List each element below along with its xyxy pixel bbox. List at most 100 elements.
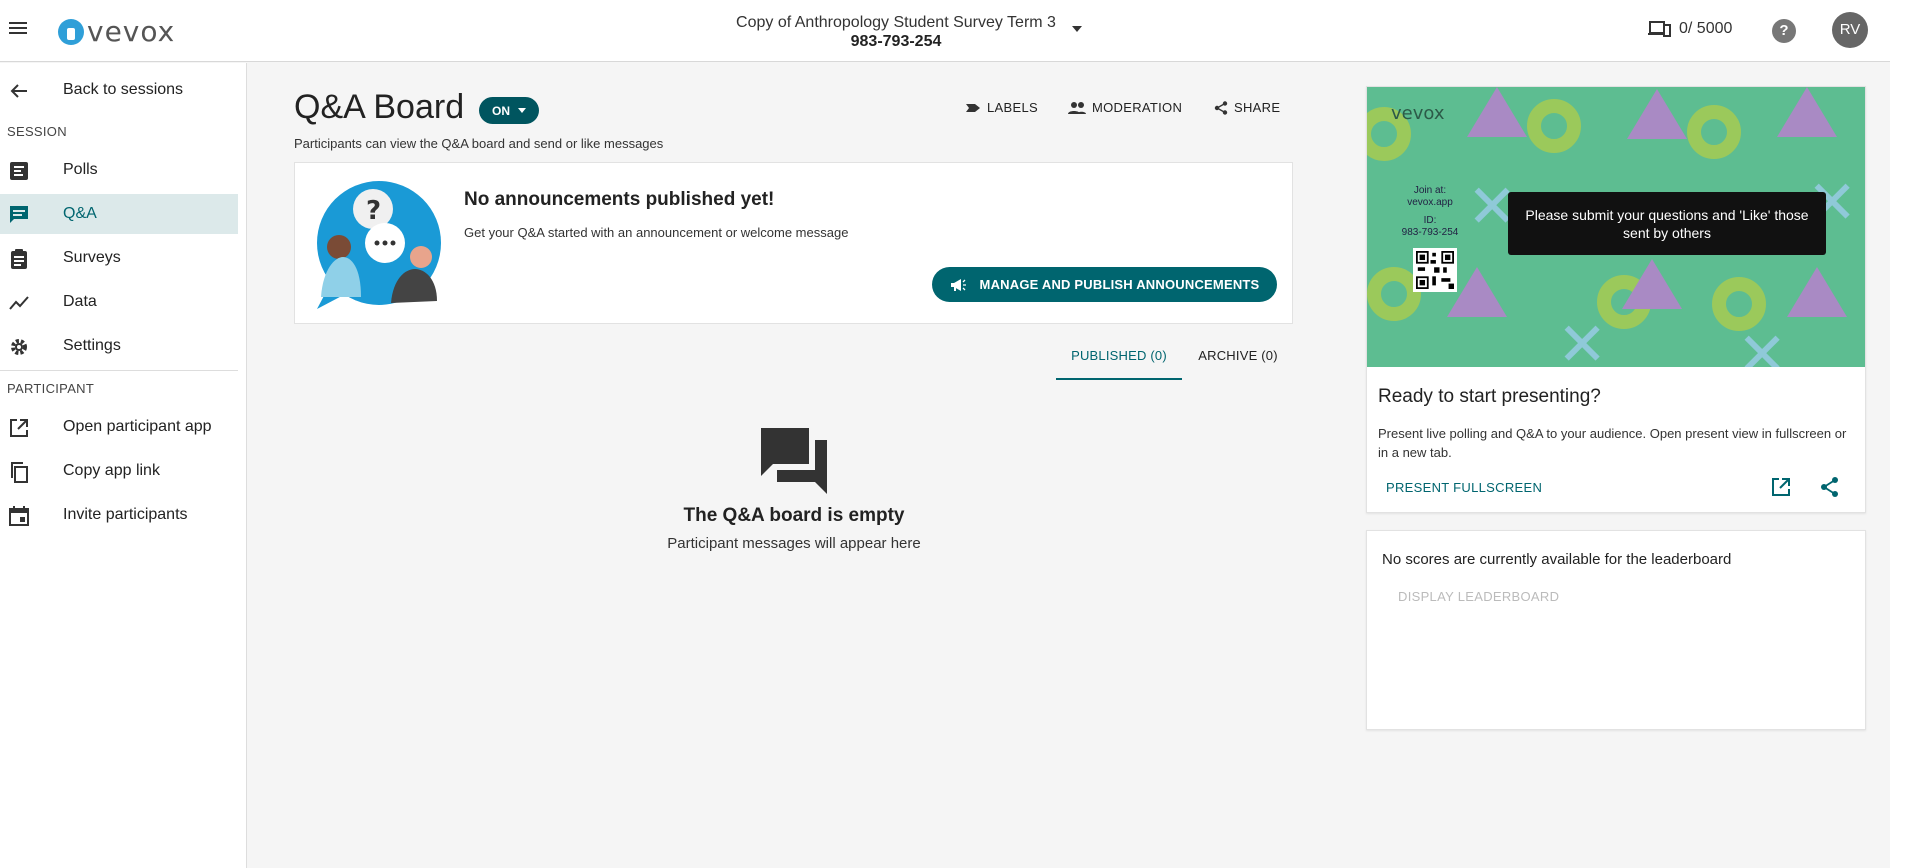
polls-icon [10, 162, 28, 180]
preview-id-label: ID: [1423, 215, 1437, 226]
tab-archive[interactable]: ARCHIVE (0) [1188, 348, 1288, 363]
pattern-triangle [1787, 267, 1847, 317]
preview-join-info: Join at: vevox.app ID: 983-793-254 [1395, 185, 1465, 239]
sidebar-item-label: Polls [63, 161, 98, 178]
people-icon [1068, 101, 1086, 114]
sidebar-item-label: Invite participants [63, 506, 188, 523]
labels-button-label: LABELS [987, 100, 1038, 115]
chevron-down-icon [518, 108, 526, 113]
devices-icon [1648, 21, 1671, 37]
present-title: Ready to start presenting? [1378, 386, 1601, 407]
sidebar-item-surveys[interactable]: Surveys [0, 238, 238, 278]
display-leaderboard-button[interactable]: DISPLAY LEADERBOARD [1398, 589, 1559, 604]
share-button-label: SHARE [1234, 100, 1281, 115]
sidebar-item-invite-participants[interactable]: Invite participants [0, 495, 238, 535]
participant-count[interactable]: 0/ 5000 [1647, 19, 1732, 39]
pattern-triangle [1627, 89, 1687, 139]
sidebar-item-polls[interactable]: Polls [0, 150, 238, 190]
open-external-icon [10, 419, 28, 437]
pattern-triangle [1777, 87, 1837, 137]
present-description: Present live polling and Q&A to your aud… [1378, 426, 1847, 460]
back-to-sessions-label: Back to sessions [63, 81, 184, 98]
sidebar-item-label: Settings [63, 337, 121, 354]
qa-icon [10, 206, 28, 223]
scrollbar[interactable] [1890, 0, 1912, 868]
preview-join-label: Join at: [1413, 185, 1447, 196]
preview-logo: vevox [1391, 103, 1445, 124]
present-fullscreen-button[interactable]: PRESENT FULLSCREEN [1386, 480, 1542, 495]
sidebar-item-copy-app-link[interactable]: Copy app link [0, 451, 238, 491]
gear-icon [11, 339, 27, 355]
leaderboard-message: No scores are currently available for th… [1382, 551, 1732, 568]
label-icon [966, 103, 980, 112]
session-code: 983-793-254 [850, 33, 942, 50]
pattern-cross: ✕ [1557, 310, 1608, 367]
share-icon [1214, 100, 1228, 115]
page-title: Q&A Board [294, 88, 465, 126]
announcement-illustration: ? [317, 181, 441, 309]
manage-announcements-button[interactable]: MANAGE AND PUBLISH ANNOUNCEMENTS [932, 267, 1277, 302]
manage-announcements-label: MANAGE AND PUBLISH ANNOUNCEMENTS [979, 277, 1260, 292]
qa-toggle-label: ON [492, 103, 510, 118]
sidebar-item-settings[interactable]: Settings [0, 326, 238, 366]
preview-join-url: vevox.app [1407, 197, 1453, 208]
present-card: ✕ ✕ ✕ ✕ vevox Join at: vevox.app ID: 983… [1366, 86, 1866, 513]
svg-text:?: ? [366, 196, 381, 226]
vevox-logo-mark [58, 18, 84, 45]
sidebar-item-label: Q&A [63, 205, 97, 222]
present-preview[interactable]: ✕ ✕ ✕ ✕ vevox Join at: vevox.app ID: 983… [1367, 87, 1865, 367]
moderation-button[interactable]: MODERATION [1068, 100, 1182, 115]
sidebar-item-label: Copy app link [63, 462, 160, 479]
sidebar-item-qa[interactable]: Q&A [0, 194, 238, 234]
session-dropdown-icon[interactable] [1072, 26, 1082, 32]
pattern-triangle [1467, 87, 1527, 137]
leaderboard-card: No scores are currently available for th… [1366, 530, 1866, 730]
sidebar-item-label: Open participant app [63, 418, 212, 435]
share-button[interactable]: SHARE [1214, 100, 1280, 115]
sidebar-item-open-participant-app[interactable]: Open participant app [0, 407, 238, 447]
session-title[interactable]: Copy of Anthropology Student Survey Term… [720, 14, 1072, 51]
participant-count-text: 0/ 5000 [1679, 20, 1733, 37]
pattern-ring [1687, 105, 1741, 159]
sidebar: Back to sessions SESSION Polls Q&A Surve… [0, 63, 247, 868]
back-to-sessions[interactable]: Back to sessions [0, 70, 238, 110]
copy-icon [11, 462, 28, 483]
empty-board-subtitle: Participant messages will appear here [667, 535, 921, 552]
help-icon[interactable]: ? [1772, 19, 1796, 43]
tab-published[interactable]: PUBLISHED (0) [1056, 348, 1182, 380]
preview-message: Please submit your questions and 'Like' … [1508, 192, 1826, 255]
pattern-ring [1527, 99, 1581, 153]
arrow-left-icon [10, 84, 27, 98]
preview-id-value: 983-793-254 [1401, 227, 1459, 238]
session-heading: SESSION [7, 124, 67, 139]
menu-icon[interactable] [9, 19, 31, 41]
chat-bubbles-icon [761, 428, 827, 494]
vevox-logo[interactable]: vevox [58, 15, 175, 48]
top-bar: vevox Copy of Anthropology Student Surve… [0, 0, 1890, 62]
sidebar-item-label: Surveys [63, 249, 121, 266]
moderation-button-label: MODERATION [1092, 100, 1183, 115]
labels-button[interactable]: LABELS [965, 100, 1038, 115]
announcement-description: Get your Q&A started with an announcemen… [464, 225, 849, 240]
open-new-tab-icon[interactable] [1770, 476, 1792, 498]
qr-code-icon [1413, 248, 1457, 292]
share-icon[interactable] [1819, 476, 1841, 498]
surveys-icon [11, 249, 27, 269]
avatar[interactable]: RV [1832, 12, 1868, 48]
sidebar-divider [0, 370, 238, 371]
sidebar-item-data[interactable]: Data [0, 282, 238, 322]
sidebar-item-label: Data [63, 293, 97, 310]
megaphone-icon [950, 278, 966, 291]
session-name: Copy of Anthropology Student Survey Term… [736, 14, 1056, 31]
participant-heading: PARTICIPANT [7, 381, 95, 396]
pattern-cross: ✕ [1737, 320, 1788, 367]
announcement-card: ? No announcements published yet! Get yo… [294, 162, 1293, 324]
empty-board-title: The Q&A board is empty [683, 505, 905, 526]
announcement-heading: No announcements published yet! [464, 189, 775, 210]
page-subtitle: Participants can view the Q&A board and … [294, 136, 664, 151]
calendar-icon [9, 506, 29, 526]
vevox-logo-text: vevox [87, 15, 176, 48]
data-icon [9, 296, 29, 310]
pattern-triangle [1622, 259, 1682, 309]
qa-toggle[interactable]: ON [479, 97, 539, 124]
